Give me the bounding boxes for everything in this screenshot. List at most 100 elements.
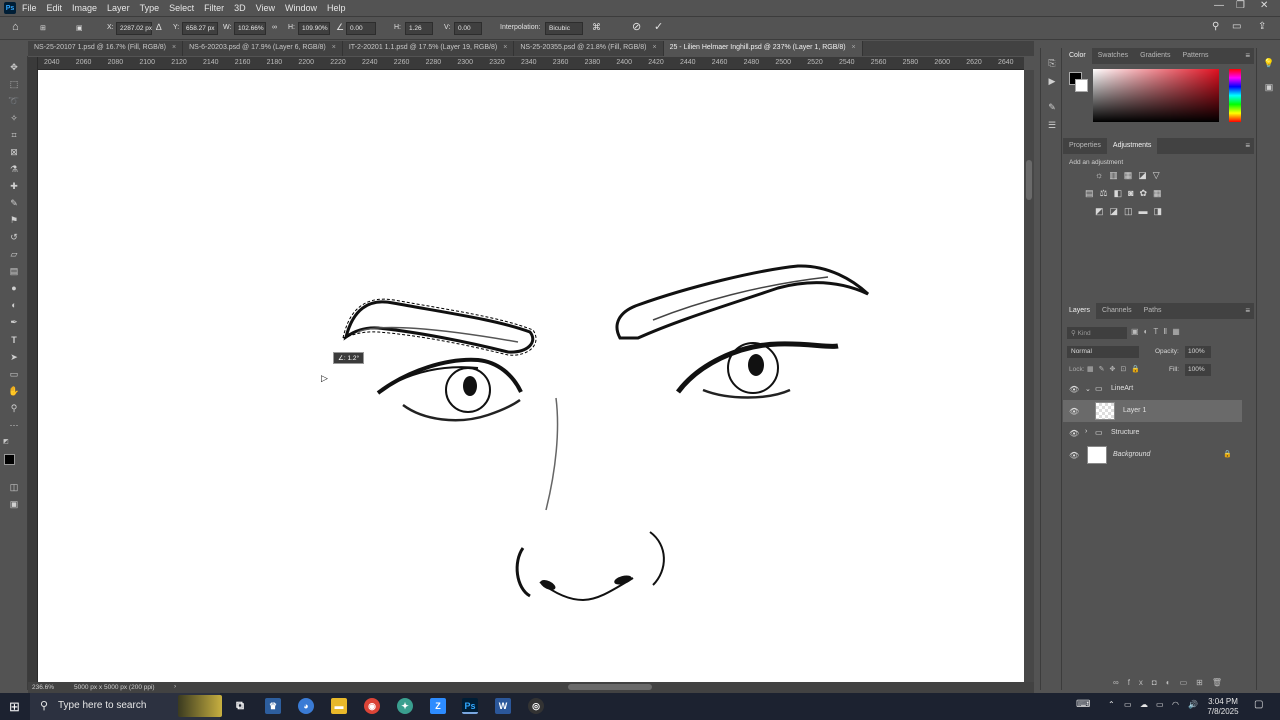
paint-app-icon[interactable]: ◕ <box>298 698 314 714</box>
tab-document-4[interactable]: NS-25-20355.psd @ 21.8% (Fill, RGB/8) × <box>514 41 664 56</box>
width-field[interactable]: 102.66% <box>234 22 266 35</box>
eyedropper-tool-icon[interactable]: ⚗ <box>6 162 22 176</box>
minimize-icon[interactable]: — <box>1214 0 1224 11</box>
recorder-icon[interactable]: ◎ <box>528 698 544 714</box>
vskew-field[interactable]: 0.00 <box>454 22 482 35</box>
layers-bottom-icons[interactable]: ∞fx◘◐▭⊞🗑 <box>1113 678 1231 687</box>
lasso-tool-icon[interactable]: ➰ <box>6 94 22 108</box>
layer-row-lineart[interactable]: 👁 ⌄ ▭ LineArt <box>1063 378 1242 400</box>
warp-icon[interactable]: ⌘ <box>592 22 601 33</box>
path-selection-tool-icon[interactable]: ➤ <box>6 350 22 364</box>
photoshop-taskbar-icon[interactable]: Ps <box>462 698 478 714</box>
word-icon[interactable]: W <box>495 698 511 714</box>
menu-image[interactable]: Image <box>72 3 97 13</box>
x-field[interactable]: 2287.02 px <box>116 22 152 35</box>
layer-row-background[interactable]: 👁 Background 🔒 <box>1063 444 1242 466</box>
menu-edit[interactable]: Edit <box>47 3 63 13</box>
y-field[interactable]: 658.27 px <box>182 22 218 35</box>
panel-menu-icon[interactable]: ≡ <box>1245 141 1250 150</box>
adjust-sliders-icon[interactable]: ☰ <box>1044 118 1060 132</box>
group-expanded-chevron-icon[interactable]: ⌄ <box>1085 385 1091 393</box>
lock-icons[interactable]: ▦✎✥⊡🔒 <box>1087 365 1145 373</box>
transform-tool-icon[interactable]: ⊞ <box>40 24 46 32</box>
workspace-icon[interactable]: ▭ <box>1232 21 1241 32</box>
close-tab-icon[interactable]: × <box>332 44 336 51</box>
clock-date[interactable]: 7/8/2025 <box>1204 707 1242 717</box>
vertical-ruler[interactable] <box>28 57 38 682</box>
network-icon[interactable]: ▭ <box>1156 700 1164 710</box>
brush-tool-icon[interactable]: ✎ <box>6 196 22 210</box>
tab-adjustments[interactable]: Adjustments <box>1106 138 1158 154</box>
restore-icon[interactable]: ❐ <box>1236 0 1245 11</box>
tab-layers[interactable]: Layers <box>1063 303 1097 319</box>
menu-select[interactable]: Select <box>169 3 194 13</box>
menu-3d[interactable]: 3D <box>234 3 246 13</box>
foreground-color-swatch[interactable] <box>4 454 15 465</box>
tab-channels[interactable]: Channels <box>1096 303 1138 319</box>
dodge-tool-icon[interactable]: ◐ <box>6 298 22 312</box>
blend-mode-select[interactable]: Normal <box>1067 346 1139 358</box>
hue-slider[interactable] <box>1229 69 1241 122</box>
libraries-icon[interactable]: ▣ <box>1261 80 1277 94</box>
document-canvas[interactable]: ∠: 1.2° ▷ <box>38 70 1024 682</box>
tray-app-icon[interactable]: ▭ <box>1124 700 1132 710</box>
healing-brush-tool-icon[interactable]: ✚ <box>6 179 22 193</box>
close-icon[interactable]: ✕ <box>1260 0 1268 11</box>
screen-mode-icon[interactable]: ▣ <box>6 497 22 511</box>
adjustment-icons-row-1[interactable]: ☼▥▦◪▽ <box>1095 170 1166 181</box>
adjustment-icons-row-2[interactable]: ▤⚖◧◙✿▦ <box>1085 188 1168 199</box>
brush-settings-icon[interactable]: ✎ <box>1044 100 1060 114</box>
move-tool-icon[interactable]: ✥ <box>6 60 22 74</box>
fill-field[interactable]: 100% <box>1185 364 1211 376</box>
task-view-icon[interactable]: ⧉ <box>232 698 248 714</box>
menu-view[interactable]: View <box>256 3 275 13</box>
hskew-field[interactable]: 1.26 <box>405 22 433 35</box>
layer-row-structure[interactable]: 👁 › ▭ Structure <box>1063 422 1242 444</box>
reference-point-icon[interactable]: ▣ <box>76 24 83 32</box>
zoom-app-icon[interactable]: Z <box>430 698 446 714</box>
marquee-tool-icon[interactable]: ⬚ <box>6 77 22 91</box>
tab-document-2[interactable]: NS-6-20203.psd @ 17.9% (Layer 6, RGB/8) × <box>183 41 343 56</box>
type-tool-icon[interactable]: T <box>6 333 22 347</box>
widget-icon[interactable]: ♛ <box>265 698 281 714</box>
status-chevron-icon[interactable]: › <box>174 683 176 690</box>
notifications-icon[interactable]: ▢ <box>1254 700 1263 710</box>
quick-mask-icon[interactable]: ◫ <box>6 480 22 494</box>
tab-swatches[interactable]: Swatches <box>1092 48 1134 64</box>
hand-tool-icon[interactable]: ✋ <box>6 384 22 398</box>
clone-stamp-tool-icon[interactable]: ⚑ <box>6 213 22 227</box>
learn-icon[interactable]: 💡 <box>1261 56 1277 70</box>
home-icon[interactable]: ⌂ <box>12 21 19 33</box>
gradient-tool-icon[interactable]: ▤ <box>6 264 22 278</box>
frame-tool-icon[interactable]: ⊠ <box>6 145 22 159</box>
search-icon[interactable]: ⚲ <box>1212 21 1219 32</box>
panel-menu-icon[interactable]: ≡ <box>1245 306 1250 315</box>
tab-properties[interactable]: Properties <box>1063 138 1107 154</box>
keyboard-icon[interactable]: ⌨ <box>1076 700 1090 710</box>
angle-field[interactable]: 0.00 <box>346 22 376 35</box>
horizontal-scrollbar-thumb[interactable] <box>568 684 652 690</box>
menu-type[interactable]: Type <box>140 3 160 13</box>
menu-filter[interactable]: Filter <box>204 3 224 13</box>
crop-tool-icon[interactable]: ⌗ <box>6 128 22 142</box>
history-brush-tool-icon[interactable]: ↺ <box>6 230 22 244</box>
opacity-field[interactable]: 100% <box>1185 346 1211 358</box>
menu-help[interactable]: Help <box>327 3 346 13</box>
scrollbar-thumb[interactable] <box>1026 160 1032 200</box>
share-icon[interactable]: ⇪ <box>1258 21 1266 32</box>
tab-color[interactable]: Color <box>1063 48 1092 64</box>
panel-menu-icon[interactable]: ≡ <box>1245 51 1250 60</box>
tab-document-active[interactable]: 25 - Lilien Helmaer Inghill.psd @ 237% (… <box>663 41 863 56</box>
actions-panel-icon[interactable]: ▶ <box>1044 74 1060 88</box>
link-icon[interactable]: ∞ <box>272 24 277 31</box>
file-explorer-icon[interactable]: ▬ <box>331 698 347 714</box>
pen-tool-icon[interactable]: ✒ <box>6 315 22 329</box>
menu-layer[interactable]: Layer <box>107 3 130 13</box>
visibility-eye-icon[interactable]: 👁 <box>1069 407 1079 416</box>
tab-paths[interactable]: Paths <box>1138 303 1168 319</box>
tab-gradients[interactable]: Gradients <box>1134 48 1176 64</box>
zoom-level[interactable]: 236.6% <box>32 684 54 691</box>
tab-patterns[interactable]: Patterns <box>1176 48 1214 64</box>
adjustment-icons-row-3[interactable]: ◩◪◫▬◨ <box>1095 206 1168 217</box>
browser-icon[interactable]: ✦ <box>397 698 413 714</box>
